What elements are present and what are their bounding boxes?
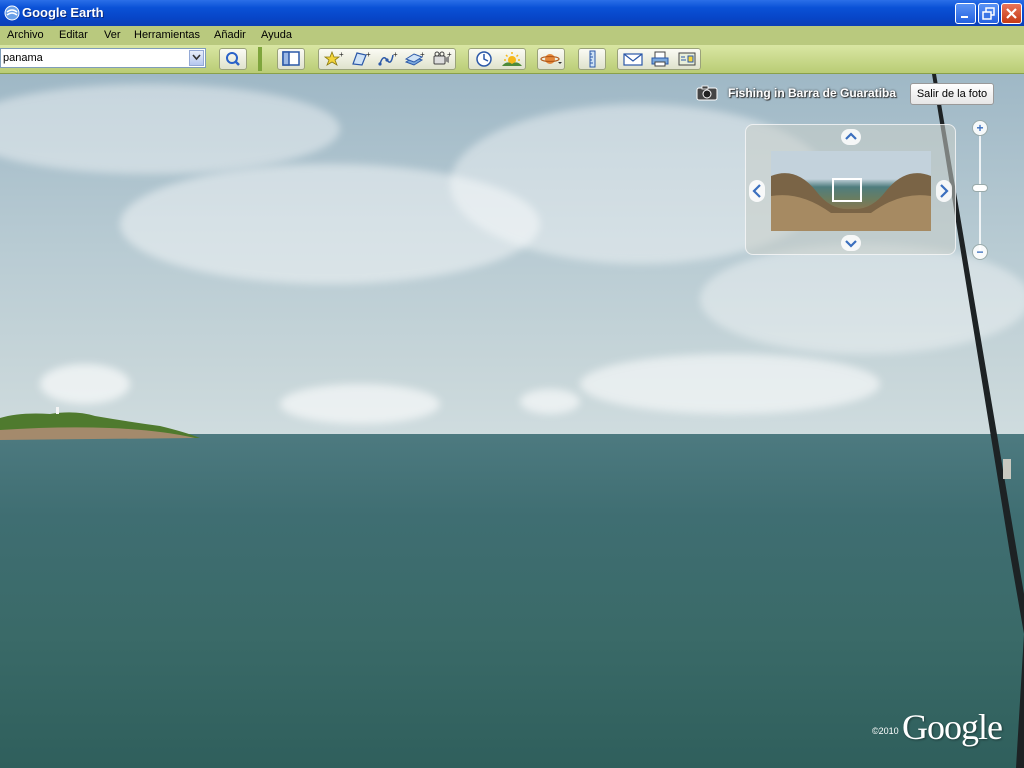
sunlight-icon[interactable]: [499, 49, 525, 69]
panorama-view-rect[interactable]: [832, 178, 862, 202]
cloud: [40, 364, 130, 404]
google-logo: Google: [902, 707, 1003, 747]
restore-button[interactable]: [978, 3, 999, 24]
switch-planet-button[interactable]: [537, 48, 565, 70]
sea: [0, 434, 1024, 768]
photo-title: Fishing in Barra de Guaratiba: [728, 86, 897, 100]
exit-photo-button[interactable]: Salir de la foto: [910, 83, 994, 105]
minimize-icon: [961, 16, 968, 18]
window-title: Google Earth: [22, 5, 104, 20]
svg-text:+: +: [393, 50, 398, 59]
menu-ayuda[interactable]: Ayuda: [261, 29, 292, 41]
menu-archivo[interactable]: Archivo: [7, 29, 44, 41]
chevron-left-icon: [752, 184, 761, 198]
menu-bar: Archivo Editar Ver Herramientas Añadir A…: [0, 26, 1024, 46]
menu-ver[interactable]: Ver: [104, 29, 121, 41]
search-dropdown-button[interactable]: [189, 50, 204, 66]
title-bar: Google Earth: [0, 0, 1024, 26]
copyright-text: ©2010: [872, 726, 899, 736]
photo-viewport[interactable]: Fishing in Barra de Guaratiba Salir de l…: [0, 74, 1024, 768]
cloud: [520, 389, 580, 414]
pan-up-button[interactable]: [841, 129, 861, 145]
pan-down-button[interactable]: [841, 235, 861, 251]
chevron-right-icon: [940, 184, 949, 198]
sidebar-toggle-icon: [282, 51, 300, 66]
historical-imagery-icon[interactable]: [471, 49, 497, 69]
search-button[interactable]: [219, 48, 247, 70]
print-icon[interactable]: [647, 49, 673, 69]
email-icon[interactable]: [620, 49, 646, 69]
panorama-thumbnail[interactable]: [771, 151, 931, 231]
restore-icon: [982, 7, 995, 20]
menu-anadir[interactable]: Añadir: [214, 29, 246, 41]
island: [0, 407, 200, 440]
svg-text:+: +: [366, 50, 371, 59]
close-button[interactable]: [1001, 3, 1022, 24]
add-placemark-icon[interactable]: +: [321, 49, 347, 69]
toolbar: + + + + +: [0, 45, 1024, 74]
search-input[interactable]: [3, 50, 183, 66]
share-tools-group: [617, 48, 701, 70]
add-image-overlay-icon[interactable]: +: [402, 49, 428, 69]
chevron-up-icon: [845, 132, 857, 140]
zoom-in-button[interactable]: +: [972, 120, 988, 136]
search-box: [0, 48, 206, 68]
close-icon: [1006, 8, 1017, 19]
google-earth-icon: [4, 5, 20, 21]
record-tour-icon[interactable]: +: [429, 49, 455, 69]
toolbar-separator: [258, 47, 262, 71]
pan-right-button[interactable]: [936, 180, 952, 202]
menu-editar[interactable]: Editar: [59, 29, 88, 41]
cloud: [0, 84, 340, 174]
view-in-maps-icon[interactable]: [674, 49, 700, 69]
add-polygon-icon[interactable]: +: [348, 49, 374, 69]
camera-icon: [696, 85, 718, 101]
zoom-track[interactable]: [979, 134, 981, 254]
zoom-out-button[interactable]: −: [972, 244, 988, 260]
view-tools-group: [468, 48, 526, 70]
magnifier-icon: [226, 52, 240, 66]
minimize-button[interactable]: [955, 3, 976, 24]
switch-planet-icon: [540, 54, 562, 64]
add-tools-group: + + + + +: [318, 48, 456, 70]
zoom-slider-handle[interactable]: [972, 184, 988, 192]
menu-herramientas[interactable]: Herramientas: [134, 29, 200, 41]
pan-left-button[interactable]: [749, 180, 765, 202]
chevron-down-icon: [845, 240, 857, 248]
cloud: [280, 384, 440, 424]
ruler-button[interactable]: [578, 48, 606, 70]
ruler-icon: [589, 50, 596, 68]
add-path-icon[interactable]: +: [375, 49, 401, 69]
cloud: [700, 244, 1024, 354]
cloud: [580, 354, 880, 414]
svg-text:+: +: [420, 50, 425, 59]
svg-text:+: +: [447, 50, 452, 59]
chevron-down-icon: [192, 54, 201, 61]
svg-text:+: +: [339, 50, 344, 59]
sidebar-toggle-button[interactable]: [277, 48, 305, 70]
photo-navigator: [745, 124, 956, 255]
